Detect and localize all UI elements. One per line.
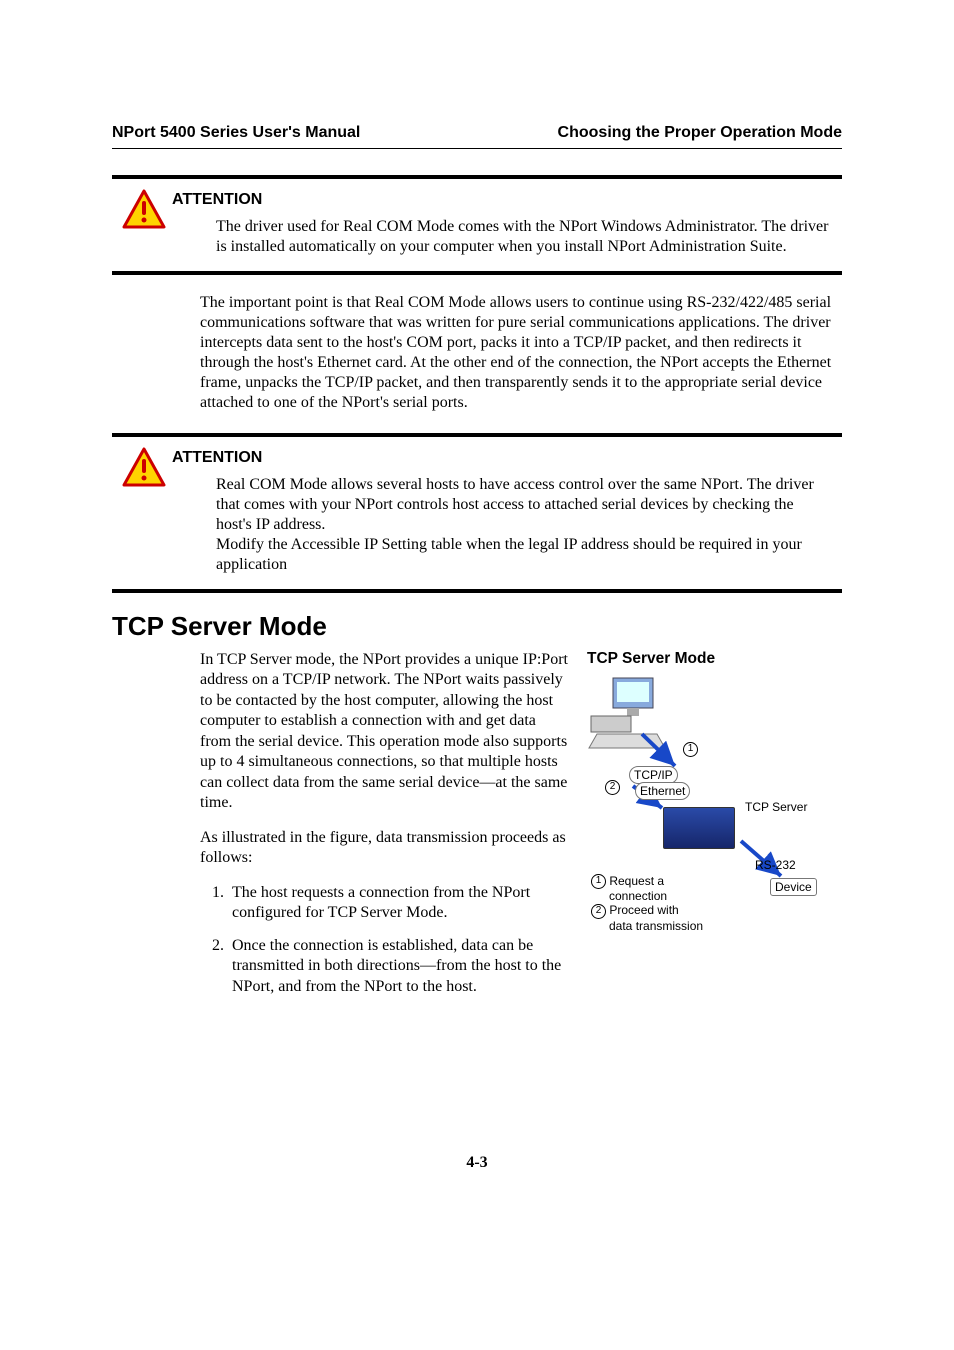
ethernet-label: Ethernet [635, 782, 690, 800]
section-heading-tcp-server-mode: TCP Server Mode [112, 611, 842, 642]
list-item: Once the connection is established, data… [228, 936, 569, 997]
nport-device-icon [663, 807, 735, 849]
tcp-server-diagram: 1 2 TCP/IP Ethernet TCP Server RS-232 De… [587, 674, 832, 936]
rs232-label: RS-232 [755, 858, 796, 872]
callout-1-text: The driver used for Real COM Mode comes … [216, 217, 832, 257]
page-header: NPort 5400 Series User's Manual Choosing… [112, 124, 842, 142]
tcp-server-label: TCP Server [745, 800, 807, 814]
callout-2-title: ATTENTION [172, 449, 832, 467]
circled-number-1-icon: 1 [683, 742, 698, 757]
list-item: The host requests a connection from the … [228, 883, 569, 924]
two-column-section: In TCP Server mode, the NPort provides a… [112, 650, 842, 1009]
callout-2-text-1: Real COM Mode allows several hosts to ha… [216, 475, 832, 535]
header-right: Choosing the Proper Operation Mode [558, 124, 842, 142]
legend-step2a: Proceed with [609, 903, 678, 917]
content-area: ATTENTION The driver used for Real COM M… [112, 175, 842, 1009]
numbered-list: The host requests a connection from the … [200, 883, 569, 997]
header-left: NPort 5400 Series User's Manual [112, 124, 360, 142]
legend-step1a: Request a [609, 874, 664, 888]
warning-icon [122, 447, 166, 487]
callout-1-title: ATTENTION [172, 191, 832, 209]
callout-2-text-2: Modify the Accessible IP Setting table w… [216, 535, 832, 575]
section-para-2: As illustrated in the figure, data trans… [200, 828, 569, 869]
warning-icon [122, 189, 166, 229]
circled-number-2-icon: 2 [605, 780, 620, 795]
attention-callout-2: ATTENTION Real COM Mode allows several h… [112, 433, 842, 593]
legend-step1b: connection [609, 889, 703, 903]
circled-number-1-icon: 1 [591, 874, 606, 889]
attention-callout-1: ATTENTION The driver used for Real COM M… [112, 175, 842, 275]
middle-paragraph: The important point is that Real COM Mod… [200, 293, 842, 413]
figure-title: TCP Server Mode [587, 650, 842, 668]
circled-number-2-icon: 2 [591, 904, 606, 919]
section-body: In TCP Server mode, the NPort provides a… [200, 650, 569, 1009]
page-number: 4-3 [0, 1154, 954, 1172]
diagram-legend: 1 Request a connection 2 Proceed with da… [591, 874, 703, 933]
figure-column: TCP Server Mode [587, 650, 842, 1009]
device-box: Device [770, 878, 817, 896]
header-rule [112, 148, 842, 149]
section-para-1: In TCP Server mode, the NPort provides a… [200, 650, 569, 814]
legend-step2b: data transmission [609, 919, 703, 933]
